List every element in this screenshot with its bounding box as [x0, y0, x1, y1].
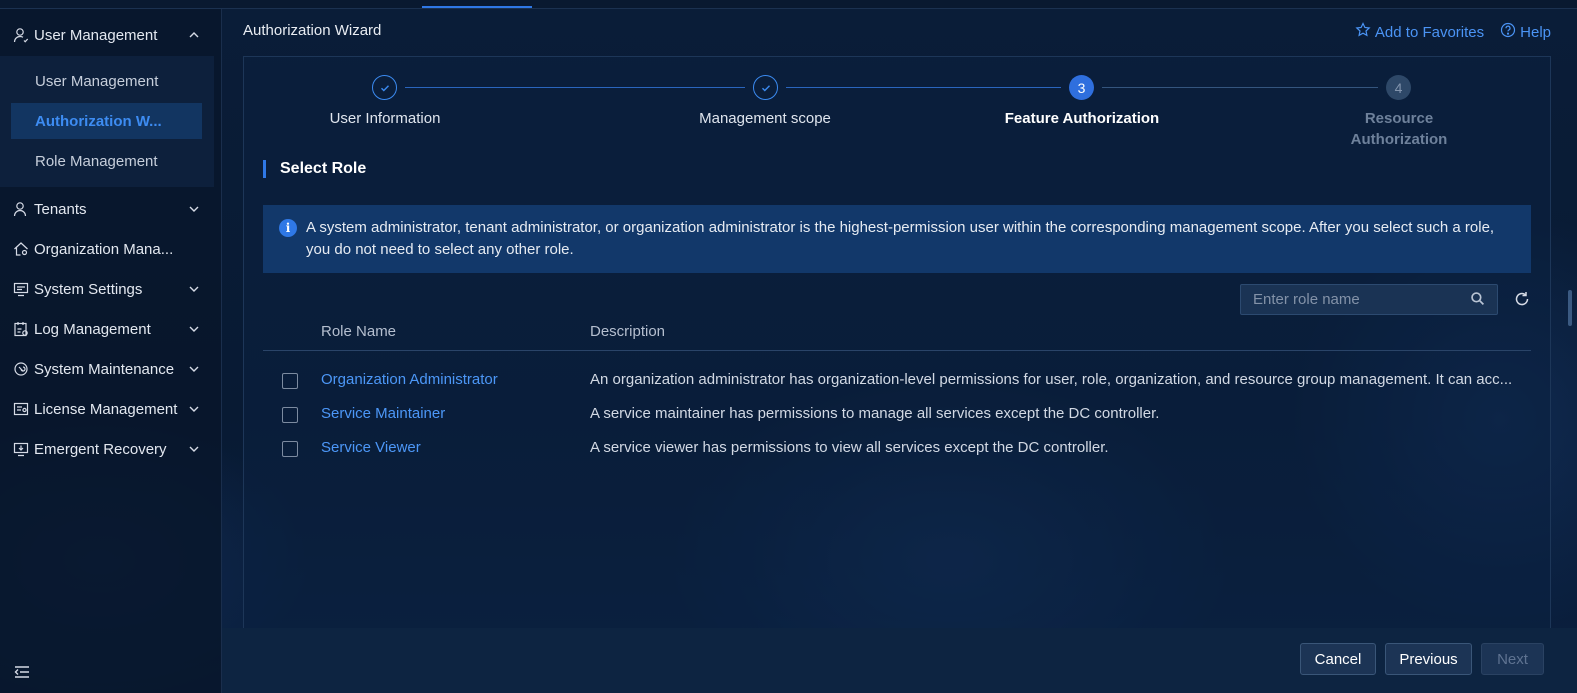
step-label-user-information: User Information — [329, 110, 441, 127]
role-description: A service viewer has permissions to view… — [590, 439, 1109, 456]
chevron-down-icon — [188, 402, 200, 419]
step-label-resource-authorization: Resource Authorization — [1329, 108, 1469, 150]
step-2-done-icon — [753, 75, 778, 100]
page-title: Authorization Wizard — [243, 22, 382, 39]
add-to-favorites-link[interactable]: Add to Favorites — [1355, 22, 1484, 42]
chevron-down-icon — [188, 202, 200, 219]
sidebar: User Management User Management Authoriz… — [0, 9, 222, 693]
maintenance-icon — [12, 360, 30, 378]
help-icon — [1500, 22, 1516, 42]
sidebar-group-label: Organization Mana... — [34, 240, 174, 258]
step-connector — [405, 87, 745, 88]
sidebar-group-organization-management[interactable]: Organization Mana... — [0, 229, 222, 269]
star-icon — [1355, 22, 1371, 42]
step-connector — [786, 87, 1061, 88]
sidebar-group-license-management[interactable]: License Management — [0, 389, 222, 429]
refresh-icon[interactable] — [1514, 291, 1530, 307]
top-bar — [0, 0, 1577, 9]
sidebar-group-tenants[interactable]: Tenants — [0, 189, 222, 229]
chevron-down-icon — [188, 322, 200, 339]
role-search-box — [1240, 284, 1498, 315]
table-row: Service Maintainer A service maintainer … — [263, 398, 1531, 432]
help-link[interactable]: Help — [1500, 22, 1551, 42]
column-header-role-name[interactable]: Role Name — [321, 323, 396, 340]
active-tab-indicator — [422, 6, 532, 8]
recovery-icon — [12, 440, 30, 458]
sidebar-group-emergent-recovery[interactable]: Emergent Recovery — [0, 429, 222, 469]
table-row: Organization Administrator An organizati… — [263, 364, 1531, 398]
favorites-label: Add to Favorites — [1374, 23, 1485, 41]
sidebar-group-log-management[interactable]: Log Management — [0, 309, 222, 349]
info-text: A system administrator, tenant administr… — [306, 219, 1495, 258]
cancel-button[interactable]: Cancel — [1300, 643, 1376, 675]
sidebar-group-label: System Maintenance — [34, 360, 175, 378]
submenu-user-management: User Management Authorization W... Role … — [0, 56, 214, 187]
sidebar-item-label: User Management — [35, 72, 159, 90]
home-icon — [12, 240, 30, 258]
settings-panel-icon — [12, 280, 30, 298]
collapse-sidebar-icon[interactable] — [14, 665, 32, 681]
sidebar-group-system-maintenance[interactable]: System Maintenance — [0, 349, 222, 389]
step-connector-pending — [1102, 87, 1378, 88]
scrollbar-thumb[interactable] — [1568, 290, 1572, 326]
sidebar-item-label: Authorization W... — [35, 112, 162, 130]
sidebar-group-label: License Management — [34, 400, 178, 418]
row-checkbox[interactable] — [282, 407, 298, 423]
step-4-pending: 4 — [1386, 75, 1411, 100]
wizard-footer: Cancel Previous Next — [222, 628, 1577, 693]
step-1-done-icon — [372, 75, 397, 100]
section-title: Select Role — [263, 160, 366, 178]
log-icon — [12, 320, 30, 338]
sidebar-group-label: Log Management — [34, 320, 151, 338]
role-description: A service maintainer has permissions to … — [590, 405, 1160, 422]
info-icon: i — [279, 219, 297, 237]
previous-button[interactable]: Previous — [1385, 643, 1472, 675]
step-label-line: Resource — [1364, 110, 1434, 127]
role-search-input[interactable] — [1253, 291, 1470, 308]
role-name-link[interactable]: Organization Administrator — [321, 371, 498, 388]
step-3-current: 3 — [1069, 75, 1094, 100]
sidebar-group-system-settings[interactable]: System Settings — [0, 269, 222, 309]
column-header-description: Description — [590, 323, 666, 340]
chevron-up-icon — [188, 28, 200, 45]
search-icon[interactable] — [1470, 291, 1485, 309]
role-name-link[interactable]: Service Maintainer — [321, 405, 445, 422]
step-label-feature-authorization: Feature Authorization — [1004, 110, 1160, 127]
user-icon — [12, 26, 30, 44]
table-header: Role Name Description — [263, 314, 1531, 351]
header-links: Add to Favorites Help — [1355, 22, 1551, 42]
table-row: Service Viewer A service viewer has perm… — [263, 432, 1531, 466]
chevron-down-icon — [188, 282, 200, 299]
sidebar-group-label: Emergent Recovery — [34, 440, 167, 458]
role-description: An organization administrator has organi… — [590, 371, 1513, 388]
info-notice: i A system administrator, tenant adminis… — [263, 205, 1531, 273]
sidebar-group-label: Tenants — [34, 200, 87, 218]
role-name-link[interactable]: Service Viewer — [321, 439, 421, 456]
next-button[interactable]: Next — [1481, 643, 1544, 675]
step-label-line: Authorization — [1350, 131, 1448, 148]
sidebar-group-user-management[interactable]: User Management — [0, 15, 222, 55]
sidebar-item-role-management[interactable]: Role Management — [11, 143, 202, 179]
row-checkbox[interactable] — [282, 441, 298, 457]
help-label: Help — [1520, 23, 1551, 41]
sidebar-item-label: Role Management — [35, 152, 158, 170]
chevron-down-icon — [188, 442, 200, 459]
step-label-management-scope: Management scope — [699, 110, 831, 127]
license-icon — [12, 400, 30, 418]
chevron-down-icon — [188, 362, 200, 379]
row-checkbox[interactable] — [282, 373, 298, 389]
tenant-icon — [12, 200, 30, 218]
sidebar-item-authorization-wizard[interactable]: Authorization W... — [11, 103, 202, 139]
sidebar-group-label: User Management — [34, 26, 158, 44]
sidebar-item-user-management[interactable]: User Management — [11, 63, 202, 99]
sidebar-group-label: System Settings — [34, 280, 143, 298]
